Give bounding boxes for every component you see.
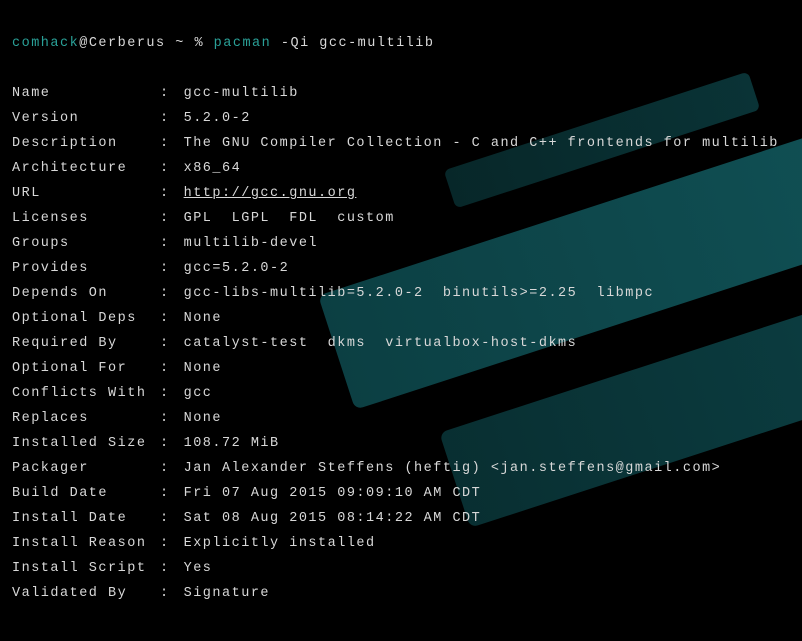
info-row: Installed Size: 108.72 MiB [12, 431, 792, 456]
field-separator: : [160, 356, 174, 381]
info-row: Validated By: Signature [12, 581, 792, 606]
field-label: Name [12, 81, 160, 106]
field-value: Signature [184, 586, 270, 601]
field-label: Provides [12, 256, 160, 281]
field-value: GPL LGPL FDL custom [184, 211, 395, 226]
field-separator: : [160, 206, 174, 231]
info-row: Install Script: Yes [12, 556, 792, 581]
prompt-sep: ~ % [166, 36, 214, 51]
field-label: Installed Size [12, 431, 160, 456]
info-row: Licenses: GPL LGPL FDL custom [12, 206, 792, 231]
field-value: gcc-multilib [184, 86, 299, 101]
prompt-at: @ [79, 36, 89, 51]
terminal-output: comhack@Cerberus ~ % pacman -Qi gcc-mult… [0, 0, 802, 641]
field-label: Build Date [12, 481, 160, 506]
command-name: pacman [214, 36, 272, 51]
field-separator: : [160, 106, 174, 131]
field-separator: : [160, 406, 174, 431]
field-separator: : [160, 431, 174, 456]
info-row: URL: http://gcc.gnu.org [12, 181, 792, 206]
field-label: Required By [12, 331, 160, 356]
field-separator: : [160, 481, 174, 506]
field-value: None [184, 361, 222, 376]
info-row: Optional Deps: None [12, 306, 792, 331]
field-value: Jan Alexander Steffens (heftig) <jan.ste… [184, 461, 722, 476]
info-row: Replaces: None [12, 406, 792, 431]
field-label: Install Reason [12, 531, 160, 556]
field-separator: : [160, 156, 174, 181]
field-label: Licenses [12, 206, 160, 231]
command-args: -Qi gcc-multilib [271, 36, 434, 51]
field-value-url[interactable]: http://gcc.gnu.org [184, 186, 357, 201]
field-value: Yes [184, 561, 213, 576]
field-label: Optional Deps [12, 306, 160, 331]
field-label: Replaces [12, 406, 160, 431]
field-value: gcc=5.2.0-2 [184, 261, 290, 276]
field-label: Install Date [12, 506, 160, 531]
field-separator: : [160, 281, 174, 306]
field-value: Explicitly installed [184, 536, 376, 551]
field-label: Version [12, 106, 160, 131]
field-label: URL [12, 181, 160, 206]
field-separator: : [160, 531, 174, 556]
field-separator: : [160, 381, 174, 406]
info-row: Install Reason: Explicitly installed [12, 531, 792, 556]
field-value: catalyst-test dkms virtualbox-host-dkms [184, 336, 578, 351]
info-row: Architecture: x86_64 [12, 156, 792, 181]
field-value: 5.2.0-2 [184, 111, 251, 126]
field-value: gcc-libs-multilib=5.2.0-2 binutils>=2.25… [184, 286, 654, 301]
field-value: The GNU Compiler Collection - C and C++ … [184, 136, 779, 151]
info-row: Required By: catalyst-test dkms virtualb… [12, 331, 792, 356]
info-row: Optional For: None [12, 356, 792, 381]
info-row: Groups: multilib-devel [12, 231, 792, 256]
field-separator: : [160, 131, 174, 156]
field-label: Groups [12, 231, 160, 256]
field-value: Sat 08 Aug 2015 08:14:22 AM CDT [184, 511, 482, 526]
field-separator: : [160, 456, 174, 481]
info-row: Description: The GNU Compiler Collection… [12, 131, 792, 156]
info-row: Depends On: gcc-libs-multilib=5.2.0-2 bi… [12, 281, 792, 306]
info-row: Conflicts With: gcc [12, 381, 792, 406]
field-label: Packager [12, 456, 160, 481]
field-label: Architecture [12, 156, 160, 181]
field-separator: : [160, 581, 174, 606]
field-label: Depends On [12, 281, 160, 306]
field-separator: : [160, 306, 174, 331]
field-value: None [184, 411, 222, 426]
prompt-line[interactable]: comhack@Cerberus ~ % pacman -Qi gcc-mult… [12, 31, 792, 56]
field-separator: : [160, 81, 174, 106]
field-separator: : [160, 231, 174, 256]
field-value: None [184, 311, 222, 326]
field-label: Conflicts With [12, 381, 160, 406]
field-value: Fri 07 Aug 2015 09:09:10 AM CDT [184, 486, 482, 501]
info-row: Provides: gcc=5.2.0-2 [12, 256, 792, 281]
field-value: gcc [184, 386, 213, 401]
field-separator: : [160, 256, 174, 281]
field-label: Install Script [12, 556, 160, 581]
info-row: Build Date: Fri 07 Aug 2015 09:09:10 AM … [12, 481, 792, 506]
field-separator: : [160, 181, 174, 206]
field-value: 108.72 MiB [184, 436, 280, 451]
field-label: Optional For [12, 356, 160, 381]
field-separator: : [160, 331, 174, 356]
prompt-host: Cerberus [89, 36, 166, 51]
field-separator: : [160, 506, 174, 531]
field-value: x86_64 [184, 161, 242, 176]
info-row: Version: 5.2.0-2 [12, 106, 792, 131]
info-row: Name: gcc-multilib [12, 81, 792, 106]
info-row: Packager: Jan Alexander Steffens (heftig… [12, 456, 792, 481]
field-value: multilib-devel [184, 236, 318, 251]
field-label: Description [12, 131, 160, 156]
field-label: Validated By [12, 581, 160, 606]
field-separator: : [160, 556, 174, 581]
prompt-user: comhack [12, 36, 79, 51]
info-row: Install Date: Sat 08 Aug 2015 08:14:22 A… [12, 506, 792, 531]
